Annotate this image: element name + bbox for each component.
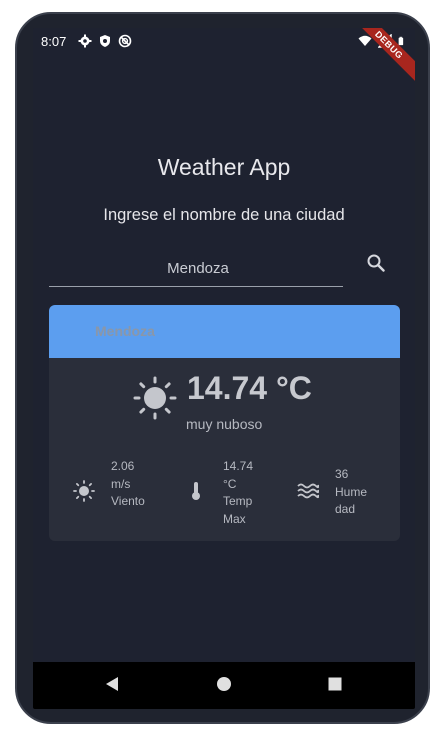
thermometer-icon (192, 482, 200, 500)
wind-label: Viento (111, 494, 145, 508)
temp-max-value: 14.74 °C (223, 459, 254, 491)
location-off-icon (118, 34, 132, 48)
wind-value: 2.06 m/s (111, 459, 135, 491)
shield-icon (100, 35, 110, 47)
stat-wind: 2.06 m/s Viento (73, 458, 145, 511)
temp-max-label: Temp Max (223, 494, 253, 526)
humidity-label: Humedad (335, 484, 368, 517)
city-prompt: Ingrese el nombre de una ciudad (103, 206, 345, 224)
status-bar: 8:07 (33, 28, 415, 56)
stat-temp-max: 14.74 °C Temp Max (185, 458, 257, 528)
back-icon[interactable] (104, 676, 120, 692)
sun-icon (73, 480, 95, 502)
sun-icon (133, 376, 177, 420)
humidity-value: 36 (335, 467, 349, 481)
weather-description: muy nuboso (186, 416, 263, 432)
waves-icon (297, 483, 319, 499)
gear-icon (78, 34, 92, 48)
status-time: 8:07 (41, 34, 67, 49)
search-field[interactable] (49, 248, 347, 288)
city-search-input[interactable] (49, 248, 347, 288)
phone-screen: 8:07 DEBUG Weather App Ingrese el nombre… (33, 28, 415, 709)
recents-icon[interactable] (327, 676, 343, 692)
home-icon[interactable] (216, 676, 232, 692)
app-title: Weather App (157, 154, 291, 180)
city-name: Mendoza (95, 323, 155, 339)
search-icon[interactable] (365, 252, 387, 274)
city-header: Mendoza (49, 305, 400, 358)
weather-card: 14.74 °C muy nuboso 2.06 m/s Viento 14.7… (49, 358, 400, 541)
stat-humidity: 36 Humedad (297, 466, 369, 519)
temperature-value: 14.74 °C (187, 370, 312, 406)
navigation-bar (33, 662, 415, 709)
